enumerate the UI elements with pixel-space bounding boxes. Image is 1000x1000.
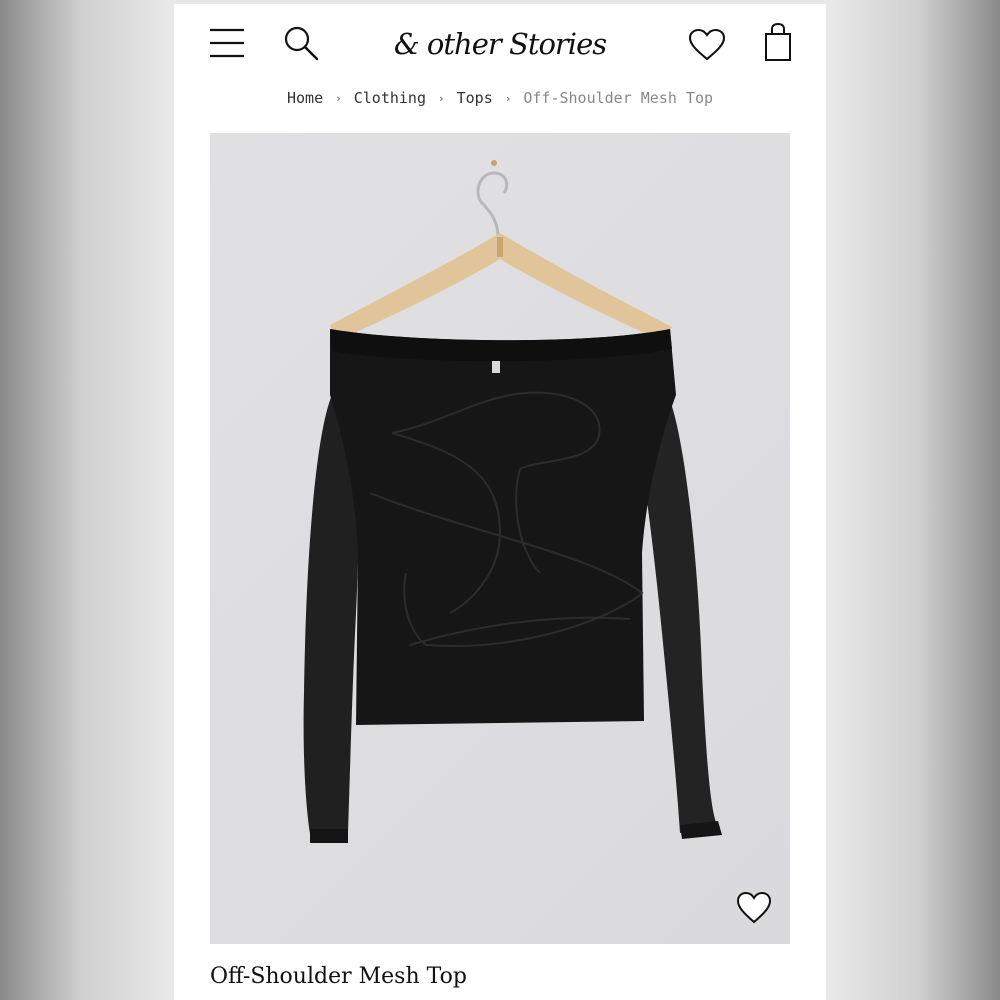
breadcrumb-tops[interactable]: Tops bbox=[457, 89, 493, 107]
brand-logo[interactable]: & other Stories bbox=[394, 24, 607, 64]
heart-icon bbox=[688, 28, 726, 61]
phone-screen: & other Stories Home › Clothing › Tops ›… bbox=[174, 0, 826, 1000]
hamburger-menu-icon bbox=[210, 28, 244, 58]
top-divider bbox=[174, 0, 826, 4]
heart-icon bbox=[736, 891, 772, 924]
product-image[interactable] bbox=[210, 133, 790, 944]
search-button[interactable] bbox=[282, 24, 320, 62]
shopping-bag-icon bbox=[765, 22, 791, 61]
menu-button[interactable] bbox=[208, 26, 246, 60]
breadcrumb-clothing[interactable]: Clothing bbox=[354, 89, 426, 107]
breadcrumb-home[interactable]: Home bbox=[287, 89, 323, 107]
search-icon bbox=[284, 26, 319, 61]
image-wishlist-button[interactable] bbox=[736, 891, 772, 925]
product-title: Off-Shoulder Mesh Top bbox=[210, 964, 467, 989]
breadcrumb-separator: › bbox=[437, 91, 445, 105]
breadcrumb-current: Off-Shoulder Mesh Top bbox=[523, 89, 714, 107]
breadcrumb-separator: › bbox=[335, 91, 342, 105]
breadcrumb-separator: › bbox=[504, 91, 512, 105]
site-header: & other Stories bbox=[174, 18, 826, 74]
breadcrumb: Home › Clothing › Tops › Off-Shoulder Me… bbox=[174, 86, 826, 110]
shopping-bag-button[interactable] bbox=[762, 22, 794, 62]
product-photo bbox=[303, 160, 722, 843]
wishlist-button[interactable] bbox=[688, 28, 726, 62]
